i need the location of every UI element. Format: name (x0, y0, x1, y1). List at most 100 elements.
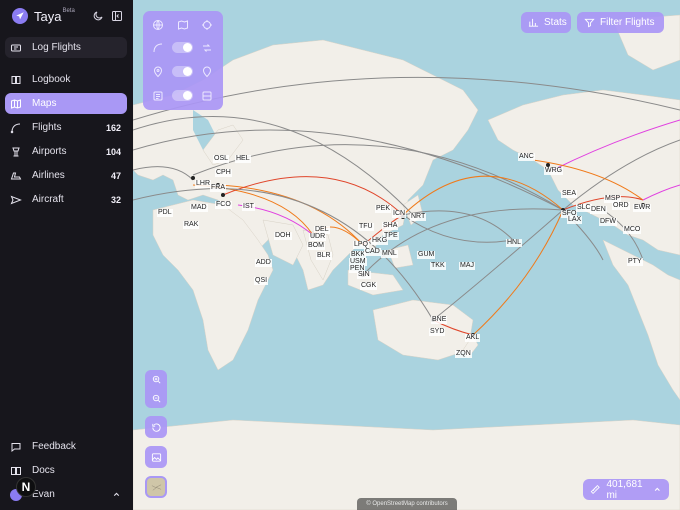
airport-label[interactable]: ZQN (455, 350, 472, 358)
sidebar-item-aircraft[interactable]: Aircraft 32 (5, 189, 127, 210)
zoom-out-button[interactable] (145, 389, 167, 408)
airport-label[interactable]: MAD (190, 204, 208, 212)
feedback-link[interactable]: Feedback (5, 436, 127, 457)
map-icon (11, 98, 21, 109)
airport-label[interactable]: MNL (381, 250, 398, 258)
sidebar-item-label: Maps (32, 98, 57, 109)
airport-label[interactable]: MAJ (459, 262, 475, 270)
crosshair-icon[interactable] (201, 19, 213, 31)
sidebar-item-label: Flights (32, 122, 62, 133)
airport-label[interactable]: PEK (375, 205, 392, 213)
airport-label[interactable]: BNE (431, 316, 448, 324)
airport-label[interactable]: CAD (364, 248, 381, 256)
routes-toggle[interactable] (172, 42, 193, 53)
reset-view-button[interactable] (145, 416, 167, 438)
book-open-icon (11, 466, 21, 475)
airport-label[interactable]: MCO (623, 226, 642, 234)
sidebar-item-maps[interactable]: Maps (5, 93, 127, 114)
airport-label[interactable]: DEN (590, 206, 607, 214)
airport-label[interactable]: FRA (210, 184, 226, 192)
user-name: Evan (32, 489, 55, 500)
chevron-up-icon (655, 487, 661, 491)
total-distance-pill[interactable]: 401,681 mi (583, 478, 669, 501)
zoom-out-icon (152, 394, 160, 403)
airport-label[interactable]: TKK (430, 262, 446, 270)
airport-label[interactable]: LAX (567, 216, 583, 224)
collapse-sidebar-icon[interactable] (111, 9, 123, 21)
bar-chart-icon (528, 18, 539, 27)
airport-label[interactable]: BLR (316, 252, 332, 260)
label-style-icon[interactable] (201, 90, 213, 102)
airport-label[interactable]: BOM (307, 242, 325, 250)
filter-funnel-icon (584, 18, 595, 28)
zoom-in-button[interactable] (145, 370, 167, 389)
map-pin-icon (153, 66, 163, 78)
airport-label[interactable]: ICN (392, 210, 407, 218)
route-style-icon[interactable] (201, 42, 213, 54)
airport-label[interactable]: AKL (465, 334, 481, 342)
airport-label[interactable]: WRG (544, 167, 564, 175)
airport-label[interactable]: OSL (213, 155, 230, 163)
airport-label[interactable]: HNL (506, 239, 523, 247)
sidebar-item-airports[interactable]: Airports 104 (5, 141, 127, 162)
airport-label[interactable]: GUM (417, 251, 436, 259)
globe-icon[interactable] (152, 19, 164, 31)
basemap-thumbnail-button[interactable] (145, 476, 167, 498)
feedback-label: Feedback (32, 441, 76, 452)
sidebar-item-logbook[interactable]: Logbook (5, 69, 127, 90)
airport-label[interactable]: ANC (518, 153, 535, 161)
labels-toggle[interactable] (172, 90, 193, 101)
export-image-button[interactable] (145, 446, 167, 468)
airport-label[interactable]: HKG (371, 237, 389, 245)
airport-label[interactable]: ORD (612, 202, 630, 210)
stats-button[interactable]: Stats (521, 12, 571, 33)
airport-label[interactable]: DOH (274, 232, 292, 240)
stats-label: Stats (544, 17, 567, 28)
airport-label[interactable]: EWR (633, 204, 652, 212)
airport-label[interactable]: FCO (215, 201, 232, 209)
airport-label[interactable]: ADD (255, 259, 272, 267)
floating-avatar[interactable]: N (16, 477, 36, 497)
airport-label[interactable]: PTY (627, 258, 643, 266)
airport-label[interactable]: SEA (561, 190, 578, 198)
pin-style-icon[interactable] (201, 66, 213, 78)
brand[interactable]: Taya Beta (12, 7, 75, 25)
flat-map-icon[interactable] (177, 19, 189, 31)
airport-label[interactable]: LHR (195, 180, 212, 188)
total-distance-value: 401,681 mi (606, 478, 643, 501)
airports-toggle[interactable] (172, 66, 193, 77)
rotate-ccw-icon (151, 423, 161, 432)
sidebar-item-label: Airports (32, 146, 67, 157)
airport-label[interactable]: IST (242, 203, 255, 211)
airport-label[interactable]: UDR (309, 233, 327, 241)
theme-moon-icon[interactable] (92, 9, 104, 21)
airport-label[interactable]: SIN (357, 271, 371, 279)
filter-flights-button[interactable]: Filter Flights (577, 12, 664, 33)
filter-label: Filter Flights (600, 17, 655, 28)
airport-label[interactable]: QSI (254, 277, 269, 285)
airport-label[interactable]: PDL (157, 209, 173, 217)
airport-label[interactable]: RAK (183, 221, 200, 229)
plane-icon (10, 195, 22, 204)
map-attribution[interactable]: © OpenStreetMap contributors (357, 498, 457, 510)
airport-label[interactable]: CPH (215, 169, 232, 177)
log-flights-button[interactable]: Log Flights (5, 37, 127, 58)
airport-label[interactable]: SHA (382, 222, 399, 230)
airport-label[interactable]: SYD (429, 328, 446, 336)
zoom-in-icon (152, 375, 160, 384)
airport-label[interactable]: HEL (235, 155, 251, 163)
airport-label[interactable]: DFW (599, 218, 617, 226)
label-list-icon (153, 91, 163, 101)
flights-count: 162 (105, 122, 121, 133)
ticket-icon (11, 44, 21, 51)
aircraft-count: 32 (110, 194, 121, 205)
plane-logo-icon (12, 8, 28, 24)
sidebar-item-airlines[interactable]: Airlines 47 (5, 165, 127, 186)
airport-label[interactable]: TFU (358, 223, 374, 231)
airport-label[interactable]: CGK (360, 282, 378, 290)
airport-label[interactable]: NRT (410, 213, 427, 221)
flight-path-icon (10, 123, 21, 133)
sidebar-item-label: Aircraft (32, 194, 64, 205)
beta-badge: Beta (62, 8, 75, 14)
sidebar-item-flights[interactable]: Flights 162 (5, 117, 127, 138)
